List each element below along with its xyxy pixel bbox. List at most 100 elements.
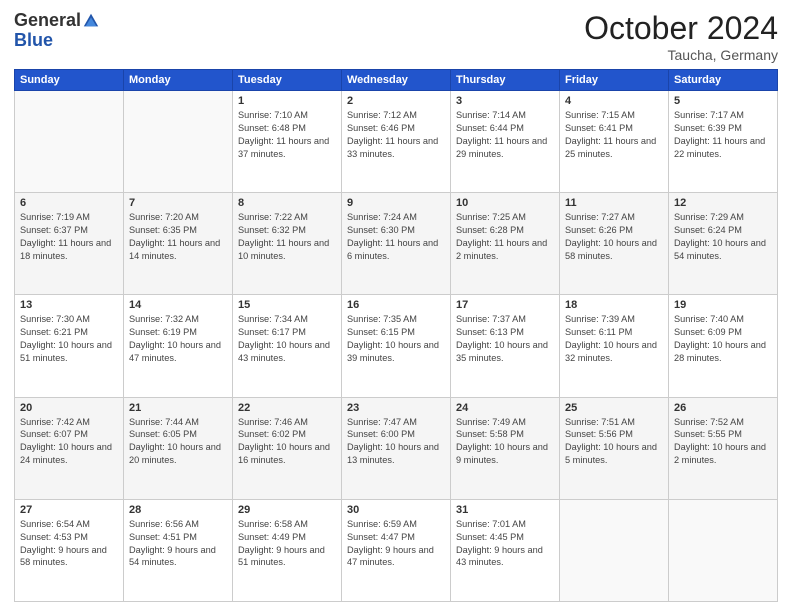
calendar-cell: 27 Sunrise: 6:54 AMSunset: 4:53 PMDayligh… xyxy=(15,499,124,601)
day-number: 22 xyxy=(238,402,336,414)
day-number: 27 xyxy=(20,504,118,516)
month-title: October 2024 xyxy=(584,10,778,47)
calendar-cell xyxy=(124,91,233,193)
weekday-header-tuesday: Tuesday xyxy=(233,70,342,91)
day-info: Sunrise: 6:58 AMSunset: 4:49 PMDaylight:… xyxy=(238,518,336,570)
day-number: 15 xyxy=(238,299,336,311)
day-info: Sunrise: 7:39 AMSunset: 6:11 PMDaylight:… xyxy=(565,313,663,365)
day-info: Sunrise: 7:27 AMSunset: 6:26 PMDaylight:… xyxy=(565,211,663,263)
calendar-cell: 19 Sunrise: 7:40 AMSunset: 6:09 PMDayligh… xyxy=(669,295,778,397)
page: General Blue October 2024 Taucha, German… xyxy=(0,0,792,612)
calendar-cell: 8 Sunrise: 7:22 AMSunset: 6:32 PMDaylight… xyxy=(233,193,342,295)
day-number: 7 xyxy=(129,197,227,209)
header: General Blue October 2024 Taucha, German… xyxy=(14,10,778,63)
day-info: Sunrise: 7:37 AMSunset: 6:13 PMDaylight:… xyxy=(456,313,554,365)
day-number: 1 xyxy=(238,95,336,107)
day-info: Sunrise: 7:32 AMSunset: 6:19 PMDaylight:… xyxy=(129,313,227,365)
day-number: 12 xyxy=(674,197,772,209)
logo-icon xyxy=(82,12,100,30)
day-info: Sunrise: 7:14 AMSunset: 6:44 PMDaylight:… xyxy=(456,109,554,161)
calendar-cell: 9 Sunrise: 7:24 AMSunset: 6:30 PMDaylight… xyxy=(342,193,451,295)
calendar-cell: 31Sunrise: 7:01 AMSunset: 4:45 PMDayligh… xyxy=(451,499,560,601)
calendar-cell: 1Sunrise: 7:10 AMSunset: 6:48 PMDaylight… xyxy=(233,91,342,193)
calendar-cell: 6 Sunrise: 7:19 AMSunset: 6:37 PMDaylight… xyxy=(15,193,124,295)
day-info: Sunrise: 7:22 AMSunset: 6:32 PMDaylight:… xyxy=(238,211,336,263)
calendar-table: SundayMondayTuesdayWednesdayThursdayFrid… xyxy=(14,69,778,602)
calendar-cell: 12 Sunrise: 7:29 AMSunset: 6:24 PMDayligh… xyxy=(669,193,778,295)
day-info: Sunrise: 7:17 AMSunset: 6:39 PMDaylight:… xyxy=(674,109,772,161)
calendar-cell: 5 Sunrise: 7:17 AMSunset: 6:39 PMDaylight… xyxy=(669,91,778,193)
calendar-week-row: 27 Sunrise: 6:54 AMSunset: 4:53 PMDayligh… xyxy=(15,499,778,601)
day-info: Sunrise: 7:30 AMSunset: 6:21 PMDaylight:… xyxy=(20,313,118,365)
day-info: Sunrise: 7:44 AMSunset: 6:05 PMDaylight:… xyxy=(129,416,227,468)
calendar-cell: 14 Sunrise: 7:32 AMSunset: 6:19 PMDayligh… xyxy=(124,295,233,397)
day-number: 9 xyxy=(347,197,445,209)
day-info: Sunrise: 7:24 AMSunset: 6:30 PMDaylight:… xyxy=(347,211,445,263)
day-number: 18 xyxy=(565,299,663,311)
day-info: Sunrise: 7:20 AMSunset: 6:35 PMDaylight:… xyxy=(129,211,227,263)
logo-general: General xyxy=(14,10,81,31)
day-info: Sunrise: 7:19 AMSunset: 6:37 PMDaylight:… xyxy=(20,211,118,263)
calendar-cell xyxy=(560,499,669,601)
calendar-cell: 25 Sunrise: 7:51 AMSunset: 5:56 PMDayligh… xyxy=(560,397,669,499)
day-number: 21 xyxy=(129,402,227,414)
calendar-week-row: 20 Sunrise: 7:42 AMSunset: 6:07 PMDayligh… xyxy=(15,397,778,499)
day-info: Sunrise: 7:40 AMSunset: 6:09 PMDaylight:… xyxy=(674,313,772,365)
day-info: Sunrise: 7:12 AMSunset: 6:46 PMDaylight:… xyxy=(347,109,445,161)
weekday-header-wednesday: Wednesday xyxy=(342,70,451,91)
calendar-cell: 2Sunrise: 7:12 AMSunset: 6:46 PMDaylight… xyxy=(342,91,451,193)
calendar-cell: 24Sunrise: 7:49 AMSunset: 5:58 PMDayligh… xyxy=(451,397,560,499)
day-info: Sunrise: 6:54 AMSunset: 4:53 PMDaylight:… xyxy=(20,518,118,570)
day-number: 29 xyxy=(238,504,336,516)
day-info: Sunrise: 7:47 AMSunset: 6:00 PMDaylight:… xyxy=(347,416,445,468)
day-info: Sunrise: 7:25 AMSunset: 6:28 PMDaylight:… xyxy=(456,211,554,263)
weekday-header-friday: Friday xyxy=(560,70,669,91)
calendar-cell: 20 Sunrise: 7:42 AMSunset: 6:07 PMDayligh… xyxy=(15,397,124,499)
weekday-header-thursday: Thursday xyxy=(451,70,560,91)
calendar-cell: 11 Sunrise: 7:27 AMSunset: 6:26 PMDayligh… xyxy=(560,193,669,295)
day-number: 6 xyxy=(20,197,118,209)
calendar-week-row: 13Sunrise: 7:30 AMSunset: 6:21 PMDayligh… xyxy=(15,295,778,397)
day-number: 30 xyxy=(347,504,445,516)
day-number: 14 xyxy=(129,299,227,311)
day-number: 26 xyxy=(674,402,772,414)
day-info: Sunrise: 7:49 AMSunset: 5:58 PMDaylight:… xyxy=(456,416,554,468)
day-info: Sunrise: 6:56 AMSunset: 4:51 PMDaylight:… xyxy=(129,518,227,570)
day-number: 20 xyxy=(20,402,118,414)
day-number: 3 xyxy=(456,95,554,107)
day-number: 23 xyxy=(347,402,445,414)
day-number: 10 xyxy=(456,197,554,209)
calendar-cell: 30 Sunrise: 6:59 AMSunset: 4:47 PMDayligh… xyxy=(342,499,451,601)
calendar-cell xyxy=(669,499,778,601)
calendar-cell: 29 Sunrise: 6:58 AMSunset: 4:49 PMDayligh… xyxy=(233,499,342,601)
logo-text: General xyxy=(14,10,100,31)
day-number: 8 xyxy=(238,197,336,209)
day-info: Sunrise: 7:29 AMSunset: 6:24 PMDaylight:… xyxy=(674,211,772,263)
day-number: 5 xyxy=(674,95,772,107)
day-number: 16 xyxy=(347,299,445,311)
day-number: 19 xyxy=(674,299,772,311)
weekday-header-row: SundayMondayTuesdayWednesdayThursdayFrid… xyxy=(15,70,778,91)
day-info: Sunrise: 6:59 AMSunset: 4:47 PMDaylight:… xyxy=(347,518,445,570)
calendar-cell: 10 Sunrise: 7:25 AMSunset: 6:28 PMDayligh… xyxy=(451,193,560,295)
calendar-cell xyxy=(15,91,124,193)
calendar-cell: 4Sunrise: 7:15 AMSunset: 6:41 PMDaylight… xyxy=(560,91,669,193)
calendar-cell: 13Sunrise: 7:30 AMSunset: 6:21 PMDayligh… xyxy=(15,295,124,397)
day-info: Sunrise: 7:42 AMSunset: 6:07 PMDaylight:… xyxy=(20,416,118,468)
day-number: 11 xyxy=(565,197,663,209)
calendar-week-row: 6 Sunrise: 7:19 AMSunset: 6:37 PMDaylight… xyxy=(15,193,778,295)
weekday-header-saturday: Saturday xyxy=(669,70,778,91)
day-number: 4 xyxy=(565,95,663,107)
title-area: October 2024 Taucha, Germany xyxy=(584,10,778,63)
calendar-week-row: 1Sunrise: 7:10 AMSunset: 6:48 PMDaylight… xyxy=(15,91,778,193)
calendar-cell: 22Sunrise: 7:46 AMSunset: 6:02 PMDayligh… xyxy=(233,397,342,499)
day-info: Sunrise: 7:51 AMSunset: 5:56 PMDaylight:… xyxy=(565,416,663,468)
day-number: 31 xyxy=(456,504,554,516)
weekday-header-sunday: Sunday xyxy=(15,70,124,91)
logo-blue: Blue xyxy=(14,31,53,49)
calendar-cell: 28Sunrise: 6:56 AMSunset: 4:51 PMDayligh… xyxy=(124,499,233,601)
day-number: 25 xyxy=(565,402,663,414)
weekday-header-monday: Monday xyxy=(124,70,233,91)
calendar-cell: 26Sunrise: 7:52 AMSunset: 5:55 PMDayligh… xyxy=(669,397,778,499)
day-number: 17 xyxy=(456,299,554,311)
